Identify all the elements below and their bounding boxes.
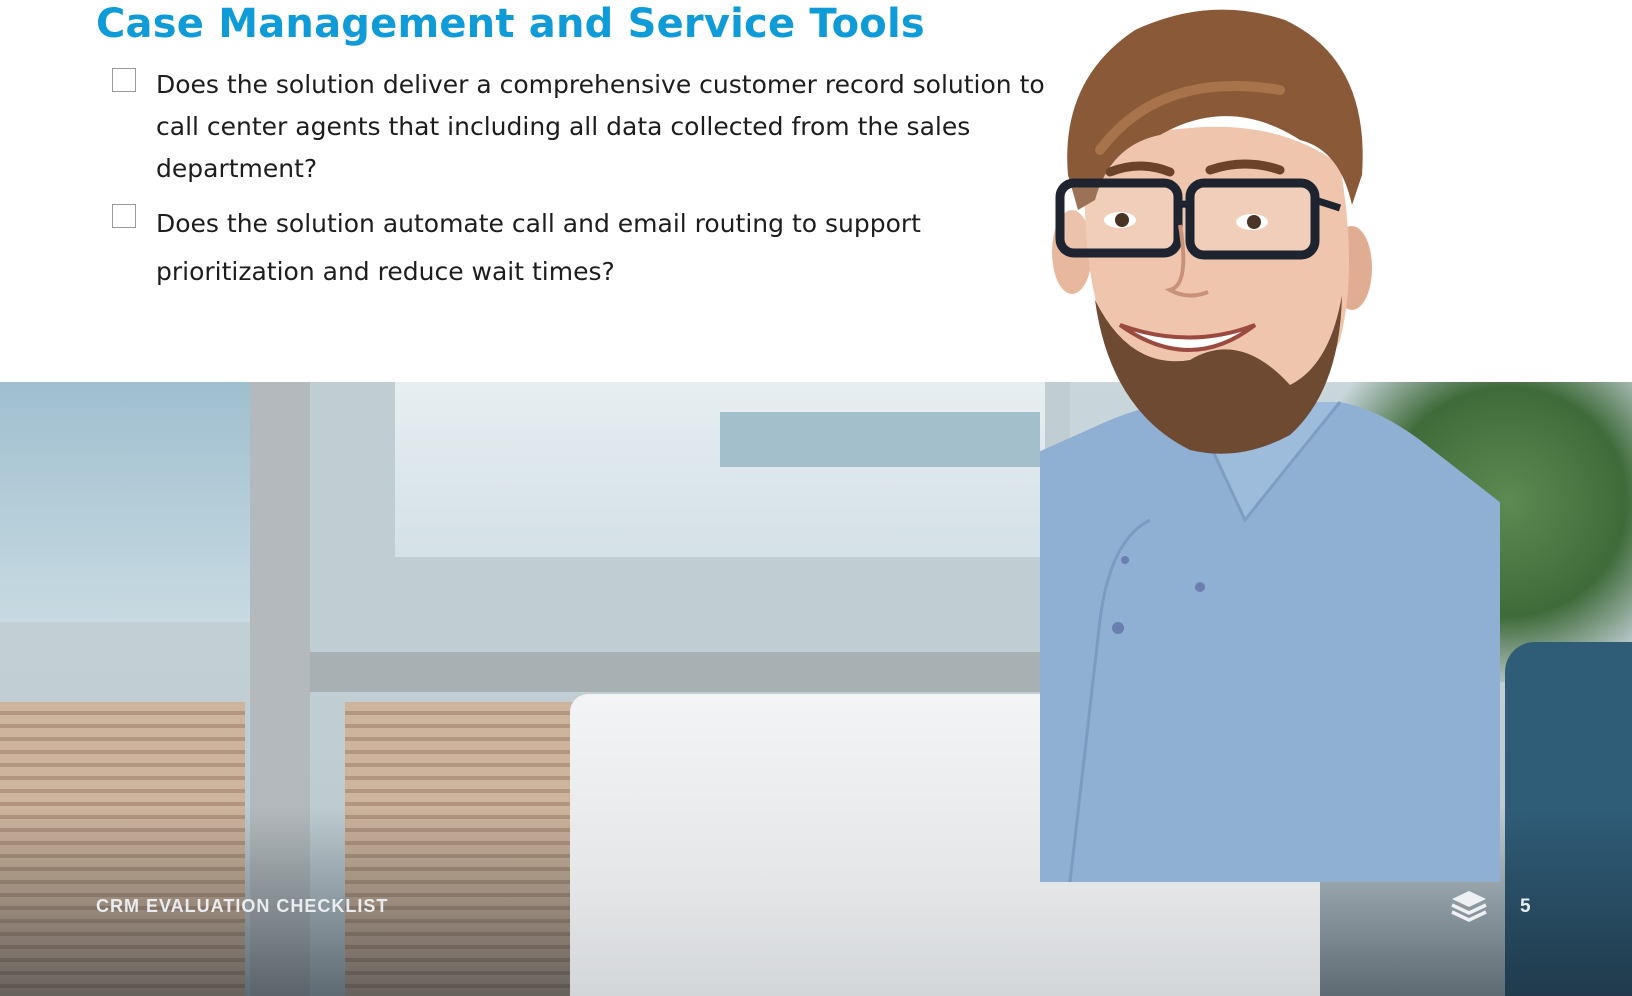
page-number: 5: [1520, 896, 1531, 917]
checklist-question: Does the solution deliver a comprehensiv…: [156, 70, 1045, 183]
checkbox[interactable]: [112, 204, 136, 228]
checklist: Does the solution deliver a comprehensiv…: [112, 64, 1072, 296]
person-photo: [1040, 9, 1500, 882]
checklist-item: Does the solution automate call and emai…: [112, 200, 1072, 296]
page-title: Case Management and Service Tools: [96, 1, 925, 47]
stacked-layers-icon: [1451, 891, 1487, 922]
checklist-item: Does the solution deliver a comprehensiv…: [112, 64, 1072, 190]
document-page: Case Management and Service Tools Does t…: [0, 0, 1632, 996]
checklist-question: Does the solution automate call and emai…: [156, 209, 921, 286]
checkbox[interactable]: [112, 68, 136, 92]
document-title-footer: CRM EVALUATION CHECKLIST: [96, 896, 389, 916]
